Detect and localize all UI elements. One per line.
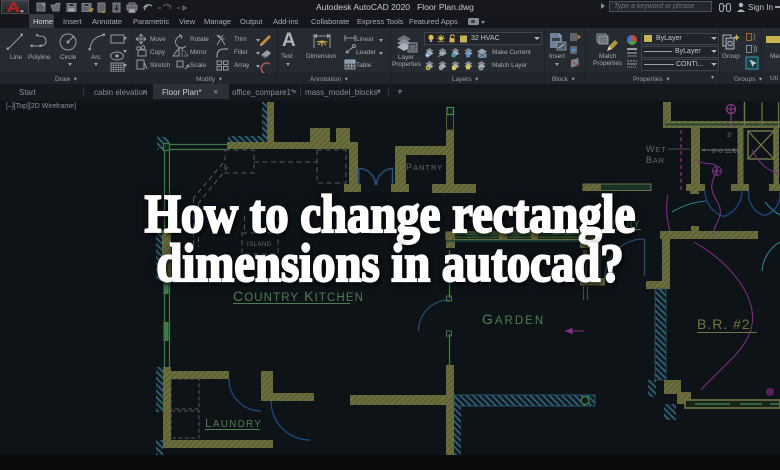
svg-text:3': 3' — [727, 132, 732, 139]
svg-text:LAUNDRY: LAUNDRY — [205, 416, 262, 430]
svg-text:9'-0 11/16": 9'-0 11/16" — [712, 148, 743, 155]
svg-text:GARDEN: GARDEN — [482, 311, 545, 327]
svg-text:WET: WET — [646, 144, 666, 154]
svg-text:PANTRY: PANTRY — [406, 162, 443, 172]
svg-text:B.R. #2: B.R. #2 — [697, 316, 751, 332]
svg-text:BAR: BAR — [646, 155, 665, 165]
